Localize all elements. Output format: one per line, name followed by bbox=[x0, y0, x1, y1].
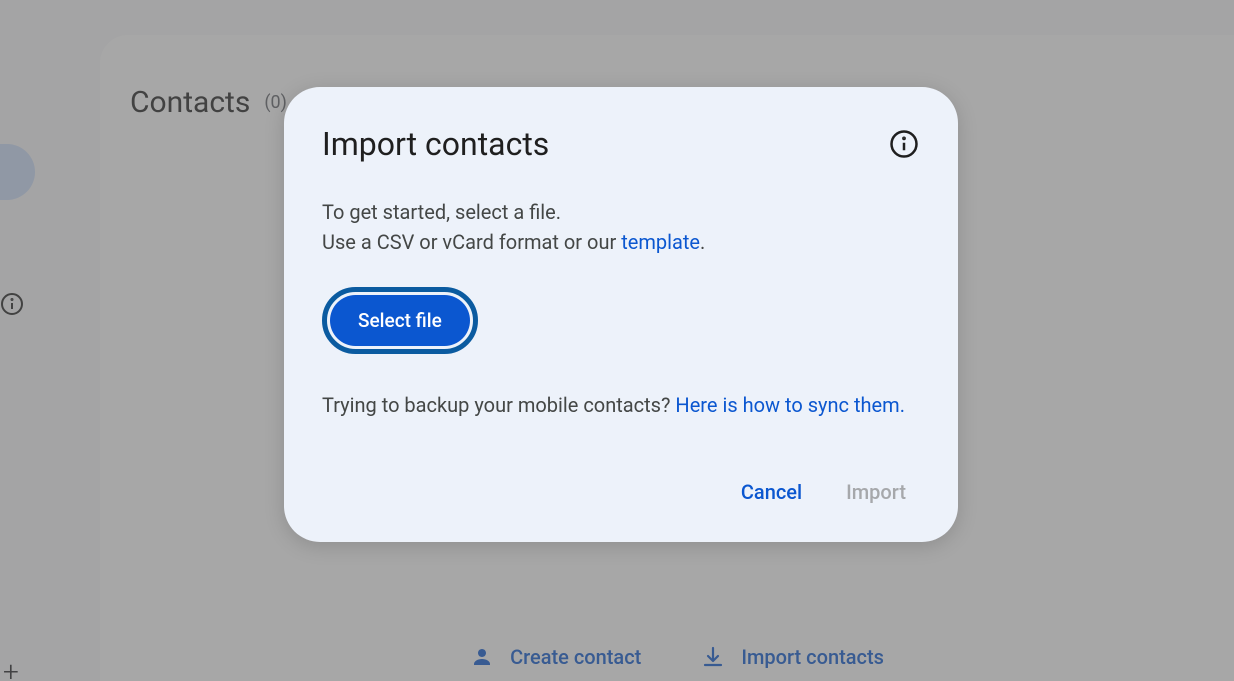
intro-line-1: To get started, select a file. bbox=[322, 197, 920, 227]
dialog-title: Import contacts bbox=[322, 125, 549, 163]
template-link[interactable]: template bbox=[621, 230, 700, 254]
dialog-body: To get started, select a file. Use a CSV… bbox=[322, 197, 920, 420]
backup-sync-link[interactable]: Here is how to sync them. bbox=[675, 393, 905, 417]
intro-line-2-prefix: Use a CSV or vCard format or our bbox=[322, 230, 621, 254]
intro-line-2: Use a CSV or vCard format or our templat… bbox=[322, 227, 920, 257]
dialog-footer: Cancel Import bbox=[322, 480, 920, 504]
cancel-button[interactable]: Cancel bbox=[741, 480, 802, 504]
intro-line-2-suffix: . bbox=[700, 230, 705, 254]
select-file-focus-ring: Select file bbox=[322, 287, 478, 354]
backup-prefix: Trying to backup your mobile contacts? bbox=[322, 393, 675, 417]
dialog-info-button[interactable] bbox=[888, 128, 920, 160]
import-contacts-dialog: Import contacts To get started, select a… bbox=[284, 87, 958, 542]
dialog-header: Import contacts bbox=[322, 125, 920, 163]
info-icon bbox=[889, 129, 919, 159]
import-button-disabled: Import bbox=[846, 480, 906, 504]
backup-text: Trying to backup your mobile contacts? H… bbox=[322, 390, 920, 420]
select-file-button[interactable]: Select file bbox=[330, 295, 470, 346]
